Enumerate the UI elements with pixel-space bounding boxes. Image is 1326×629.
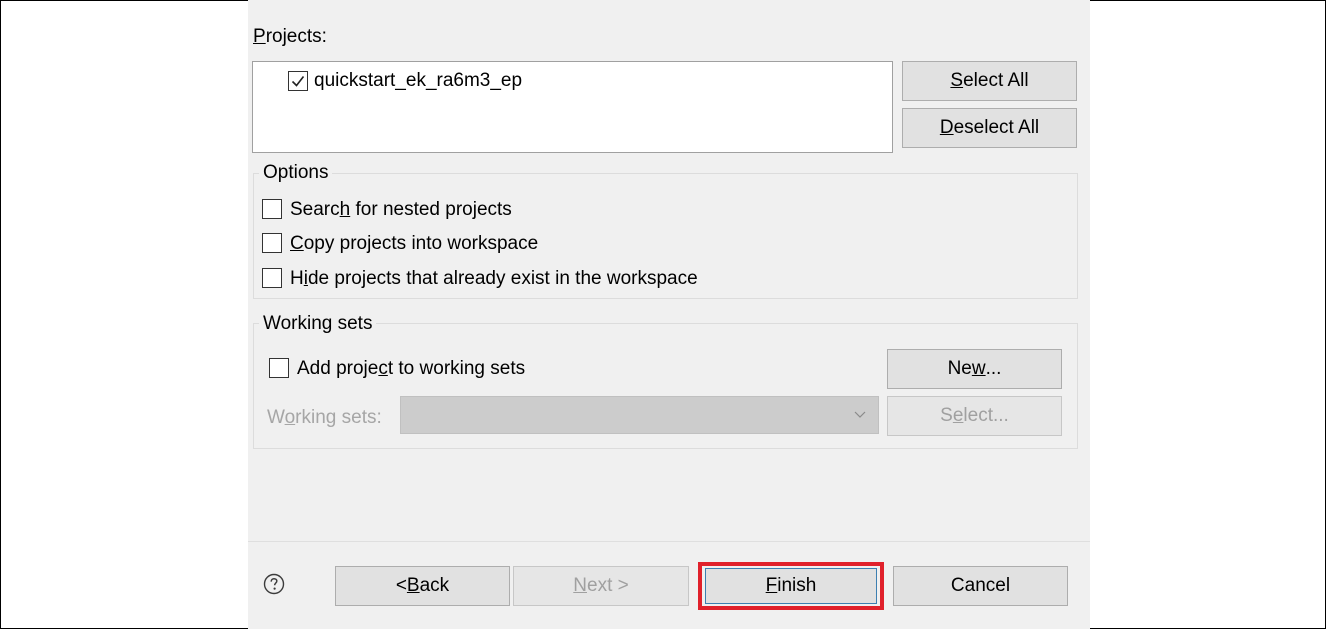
projects-list[interactable]: quickstart_ek_ra6m3_ep: [252, 61, 893, 153]
back-button[interactable]: < Back: [335, 566, 510, 606]
finish-button[interactable]: Finish: [705, 568, 877, 604]
select-all-button[interactable]: Select All: [902, 61, 1077, 101]
search-nested-checkbox[interactable]: [262, 199, 282, 219]
copy-projects-option[interactable]: Copy projects into workspace: [262, 232, 662, 256]
hide-existing-label: Hide projects that already exist in the …: [290, 268, 698, 289]
select-working-sets-button[interactable]: Se lect...: [887, 396, 1062, 436]
footer-divider: [248, 541, 1090, 542]
working-sets-combo-label: Working sets:: [267, 407, 382, 428]
project-checkbox[interactable]: [288, 71, 308, 91]
deselect-all-button[interactable]: Deselect All: [902, 108, 1077, 148]
next-button[interactable]: Next >: [513, 566, 689, 606]
help-icon[interactable]: [263, 573, 285, 595]
add-to-working-sets-option[interactable]: Add project to working sets: [269, 357, 609, 381]
cancel-button[interactable]: Cancel: [893, 566, 1068, 606]
chevron-down-icon: [854, 411, 866, 418]
add-to-working-sets-label: Add project to working sets: [297, 358, 526, 379]
hide-existing-checkbox[interactable]: [262, 268, 282, 288]
project-name: quickstart_ek_ra6m3_ep: [314, 70, 523, 91]
copy-projects-label: Copy projects into workspace: [290, 233, 539, 254]
working-sets-combo[interactable]: [400, 396, 879, 434]
import-projects-dialog: Projects: quickstart_ek_ra6m3_ep Select …: [248, 0, 1090, 629]
help-icon-glyph: [263, 573, 285, 595]
copy-projects-checkbox[interactable]: [262, 233, 282, 253]
checkmark-icon: [291, 76, 305, 87]
projects-label: Projects:: [253, 26, 327, 47]
search-nested-label: Search for nested projects: [290, 199, 512, 220]
add-to-working-sets-checkbox[interactable]: [269, 358, 289, 378]
hide-existing-option[interactable]: Hide projects that already exist in the …: [262, 267, 822, 291]
options-title: Options: [259, 162, 333, 184]
new-working-set-button[interactable]: Ne w...: [887, 349, 1062, 389]
working-sets-title: Working sets: [259, 313, 377, 335]
search-nested-option[interactable]: Search for nested projects: [262, 198, 662, 222]
